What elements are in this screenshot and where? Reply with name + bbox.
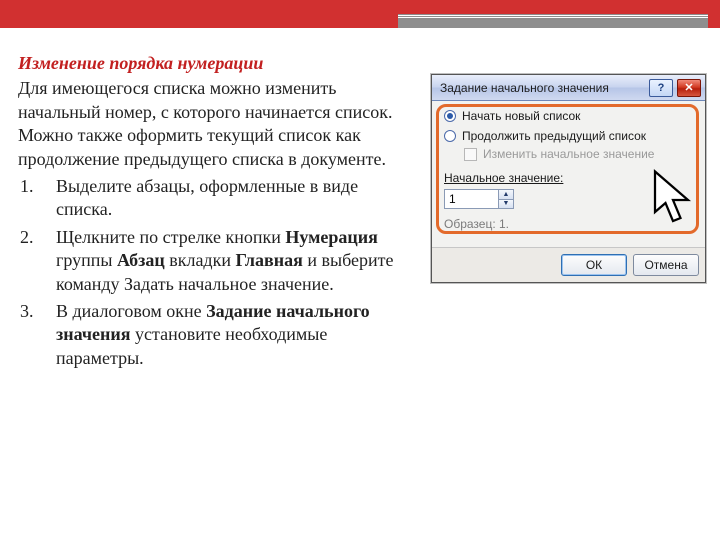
radio-continue-list[interactable]: Продолжить предыдущий список	[438, 125, 699, 145]
slide-header-bar	[0, 0, 720, 28]
radio-new-label: Начать новый список	[462, 109, 580, 123]
intro-paragraph: Для имеющегося списка можно изменить нач…	[18, 77, 413, 171]
close-button[interactable]: ✕	[677, 79, 701, 97]
dialog-titlebar[interactable]: Задание начального значения ? ✕	[432, 75, 705, 101]
start-value-dialog: Задание начального значения ? ✕ Начать н…	[431, 74, 706, 283]
radio-new-list[interactable]: Начать новый список	[438, 105, 699, 125]
radio-icon	[444, 130, 456, 142]
content-row: Изменение порядка нумерации Для имеющего…	[0, 28, 720, 384]
radio-icon	[444, 110, 456, 122]
start-value-spinner[interactable]: ▲ ▼	[444, 189, 514, 209]
text-column: Изменение порядка нумерации Для имеющего…	[18, 52, 413, 374]
checkbox-icon	[464, 148, 477, 161]
radio-continue-label: Продолжить предыдущий список	[462, 129, 646, 143]
step-1: Выделите абзацы, оформленные в виде спис…	[38, 175, 413, 222]
step-3: В диалоговом окне Задание начального зна…	[38, 300, 413, 370]
start-value-label: Начальное значение:	[438, 167, 699, 187]
help-button[interactable]: ?	[649, 79, 673, 97]
dialog-body: Начать новый список Продолжить предыдущи…	[432, 101, 705, 247]
sample-preview: Образец: 1.	[438, 215, 699, 239]
spinner-buttons: ▲ ▼	[498, 189, 514, 209]
dialog-button-row: ОК Отмена	[432, 247, 705, 282]
header-stripe	[398, 14, 708, 28]
cancel-button[interactable]: Отмена	[633, 254, 699, 276]
section-title: Изменение порядка нумерации	[18, 52, 413, 75]
steps-list: Выделите абзацы, оформленные в виде спис…	[18, 175, 413, 370]
change-start-label: Изменить начальное значение	[483, 147, 654, 161]
change-start-checkbox-row: Изменить начальное значение	[438, 145, 699, 167]
spinner-up[interactable]: ▲	[499, 190, 513, 199]
start-value-input[interactable]	[444, 189, 498, 209]
dialog-title-text: Задание начального значения	[440, 81, 645, 95]
step-2: Щелкните по стрелке кнопки Нумерация гру…	[38, 226, 413, 296]
spinner-down[interactable]: ▼	[499, 199, 513, 209]
screenshot-column: Задание начального значения ? ✕ Начать н…	[431, 52, 706, 374]
ok-button[interactable]: ОК	[561, 254, 627, 276]
